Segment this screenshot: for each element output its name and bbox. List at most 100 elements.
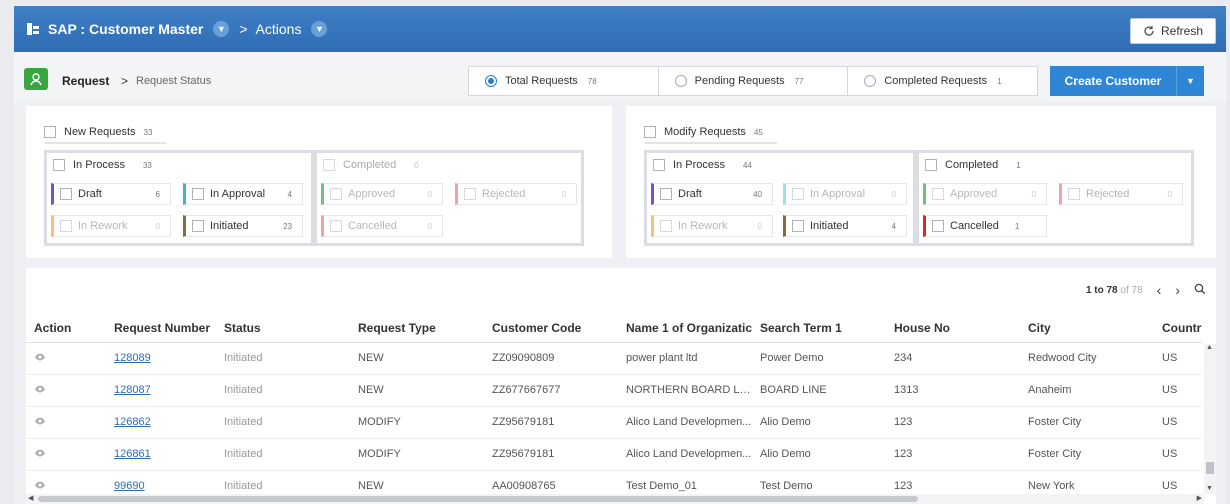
- completed-checkbox[interactable]: [925, 159, 937, 171]
- cancelled-checkbox[interactable]: [932, 220, 944, 232]
- new-requests-checkbox[interactable]: [44, 126, 56, 138]
- vertical-scroll-thumb[interactable]: [1206, 462, 1214, 474]
- modify-approved-filter[interactable]: Approved 0: [923, 183, 1047, 205]
- modify-in-process-header[interactable]: In Process 44: [653, 159, 752, 171]
- in-rework-label: In Rework: [78, 220, 128, 232]
- modify-in-rework-filter[interactable]: In Rework 0: [651, 215, 773, 237]
- completed-checkbox[interactable]: [323, 159, 335, 171]
- vertical-scrollbar[interactable]: ▲ ▼: [1204, 344, 1216, 494]
- new-in-rework-filter[interactable]: In Rework 0: [51, 215, 171, 237]
- column-header[interactable]: House No: [886, 314, 1020, 343]
- view-eye-icon[interactable]: [26, 342, 106, 375]
- modify-rejected-filter[interactable]: Rejected 0: [1059, 183, 1183, 205]
- column-header[interactable]: Request Type: [350, 314, 484, 343]
- approved-checkbox[interactable]: [330, 188, 342, 200]
- horizontal-scrollbar[interactable]: ◀ ▶: [26, 494, 1204, 504]
- new-in-process-header[interactable]: In Process 33: [53, 159, 152, 171]
- request-number-link[interactable]: 126861: [114, 448, 151, 460]
- column-header[interactable]: Request Number: [106, 314, 216, 343]
- previous-page-icon[interactable]: ‹: [1157, 282, 1162, 298]
- scroll-up-icon[interactable]: ▲: [1206, 344, 1213, 351]
- breadcrumb-request[interactable]: Request: [62, 74, 109, 88]
- request-number-link[interactable]: 128087: [114, 384, 151, 396]
- create-dropdown-chevron-icon[interactable]: ▼: [1176, 66, 1204, 96]
- scroll-left-icon[interactable]: ◀: [28, 494, 33, 502]
- column-header[interactable]: Status: [216, 314, 350, 343]
- city-cell: Anaheim: [1020, 374, 1154, 407]
- modify-requests-checkbox[interactable]: [644, 126, 656, 138]
- search-term-cell: Power Demo: [752, 342, 886, 375]
- in-rework-checkbox[interactable]: [60, 220, 72, 232]
- cancelled-label: Cancelled: [950, 220, 999, 232]
- new-in-process-group: In Process 33 Draft 6 In Approval 4 In R…: [44, 150, 314, 246]
- column-header[interactable]: Country: [1154, 314, 1202, 343]
- filter-total-requests[interactable]: Total Requests 78: [469, 67, 659, 95]
- modify-draft-filter[interactable]: Draft 40: [651, 183, 773, 205]
- column-header[interactable]: Customer Code: [484, 314, 618, 343]
- cancelled-checkbox[interactable]: [330, 220, 342, 232]
- scroll-down-icon[interactable]: ▼: [1206, 485, 1213, 492]
- filter-label: Total Requests: [505, 75, 578, 87]
- approved-checkbox[interactable]: [932, 188, 944, 200]
- requests-table-card: 1 to 78 of 78 ‹ › Action Request Number …: [26, 268, 1216, 504]
- request-type-cell: MODIFY: [350, 406, 484, 439]
- new-approved-filter[interactable]: Approved 0: [321, 183, 443, 205]
- horizontal-scroll-thumb[interactable]: [38, 496, 918, 502]
- search-icon[interactable]: [1194, 282, 1206, 298]
- initiated-checkbox[interactable]: [792, 220, 804, 232]
- modify-initiated-filter[interactable]: Initiated 4: [783, 215, 907, 237]
- filter-completed-requests[interactable]: Completed Requests 1: [848, 67, 1037, 95]
- app-switch-chevron-icon[interactable]: ▼: [213, 21, 230, 37]
- new-in-approval-filter[interactable]: In Approval 4: [183, 183, 303, 205]
- column-header[interactable]: City: [1020, 314, 1154, 343]
- request-number-link[interactable]: 128089: [114, 352, 151, 364]
- modify-completed-header[interactable]: Completed 1: [925, 159, 1021, 171]
- in-approval-checkbox[interactable]: [192, 188, 204, 200]
- in-approval-checkbox[interactable]: [792, 188, 804, 200]
- modify-in-approval-filter[interactable]: In Approval 0: [783, 183, 907, 205]
- request-number-link[interactable]: 99690: [114, 480, 145, 492]
- in-approval-label: In Approval: [210, 188, 266, 200]
- column-header[interactable]: Action: [26, 314, 106, 343]
- filter-pending-requests[interactable]: Pending Requests 77: [659, 67, 849, 95]
- initiated-checkbox[interactable]: [192, 220, 204, 232]
- initiated-label: Initiated: [810, 220, 849, 232]
- refresh-button[interactable]: Refresh: [1130, 18, 1216, 44]
- draft-checkbox[interactable]: [60, 188, 72, 200]
- rejected-checkbox[interactable]: [1068, 188, 1080, 200]
- in-process-checkbox[interactable]: [653, 159, 665, 171]
- new-draft-filter[interactable]: Draft 6: [51, 183, 171, 205]
- create-customer-button[interactable]: Create Customer ▼: [1050, 66, 1204, 96]
- breadcrumb-request-status: Request Status: [136, 75, 212, 87]
- in-process-checkbox[interactable]: [53, 159, 65, 171]
- view-eye-icon[interactable]: [26, 406, 106, 439]
- new-completed-header[interactable]: Completed 0: [323, 159, 419, 171]
- actions-chevron-icon[interactable]: ▼: [311, 21, 328, 37]
- requests-table: Action Request Number Status Request Typ…: [26, 314, 1202, 503]
- new-cancelled-filter[interactable]: Cancelled 0: [321, 215, 443, 237]
- table-row: 128089 Initiated NEW ZZ09090809 power pl…: [26, 342, 1202, 375]
- new-rejected-filter[interactable]: Rejected 0: [455, 183, 577, 205]
- new-initiated-filter[interactable]: Initiated 23: [183, 215, 303, 237]
- draft-label: Draft: [78, 188, 102, 200]
- view-eye-icon[interactable]: [26, 438, 106, 471]
- request-number-link[interactable]: 126862: [114, 416, 151, 428]
- column-header[interactable]: Search Term 1: [752, 314, 886, 343]
- new-requests-header[interactable]: New Requests 33: [44, 122, 167, 144]
- cancelled-count: 1: [1014, 221, 1020, 231]
- next-page-icon[interactable]: ›: [1175, 282, 1180, 298]
- modify-cancelled-filter[interactable]: Cancelled 1: [923, 215, 1047, 237]
- new-requests-count: 33: [143, 127, 153, 137]
- view-eye-icon[interactable]: [26, 374, 106, 407]
- scroll-right-icon[interactable]: ▶: [1197, 494, 1202, 502]
- customer-code-cell: ZZ95679181: [484, 406, 618, 439]
- request-number-cell: 126861: [106, 438, 216, 471]
- breadcrumb-actions[interactable]: Actions: [256, 21, 302, 37]
- in-rework-checkbox[interactable]: [660, 220, 672, 232]
- organization-name-cell: Alico Land Developmen...: [618, 438, 752, 471]
- organization-name-cell: power plant ltd: [618, 342, 752, 375]
- rejected-checkbox[interactable]: [464, 188, 476, 200]
- draft-checkbox[interactable]: [660, 188, 672, 200]
- column-header[interactable]: Name 1 of Organizatic: [618, 314, 752, 343]
- modify-requests-header[interactable]: Modify Requests 45: [644, 122, 777, 144]
